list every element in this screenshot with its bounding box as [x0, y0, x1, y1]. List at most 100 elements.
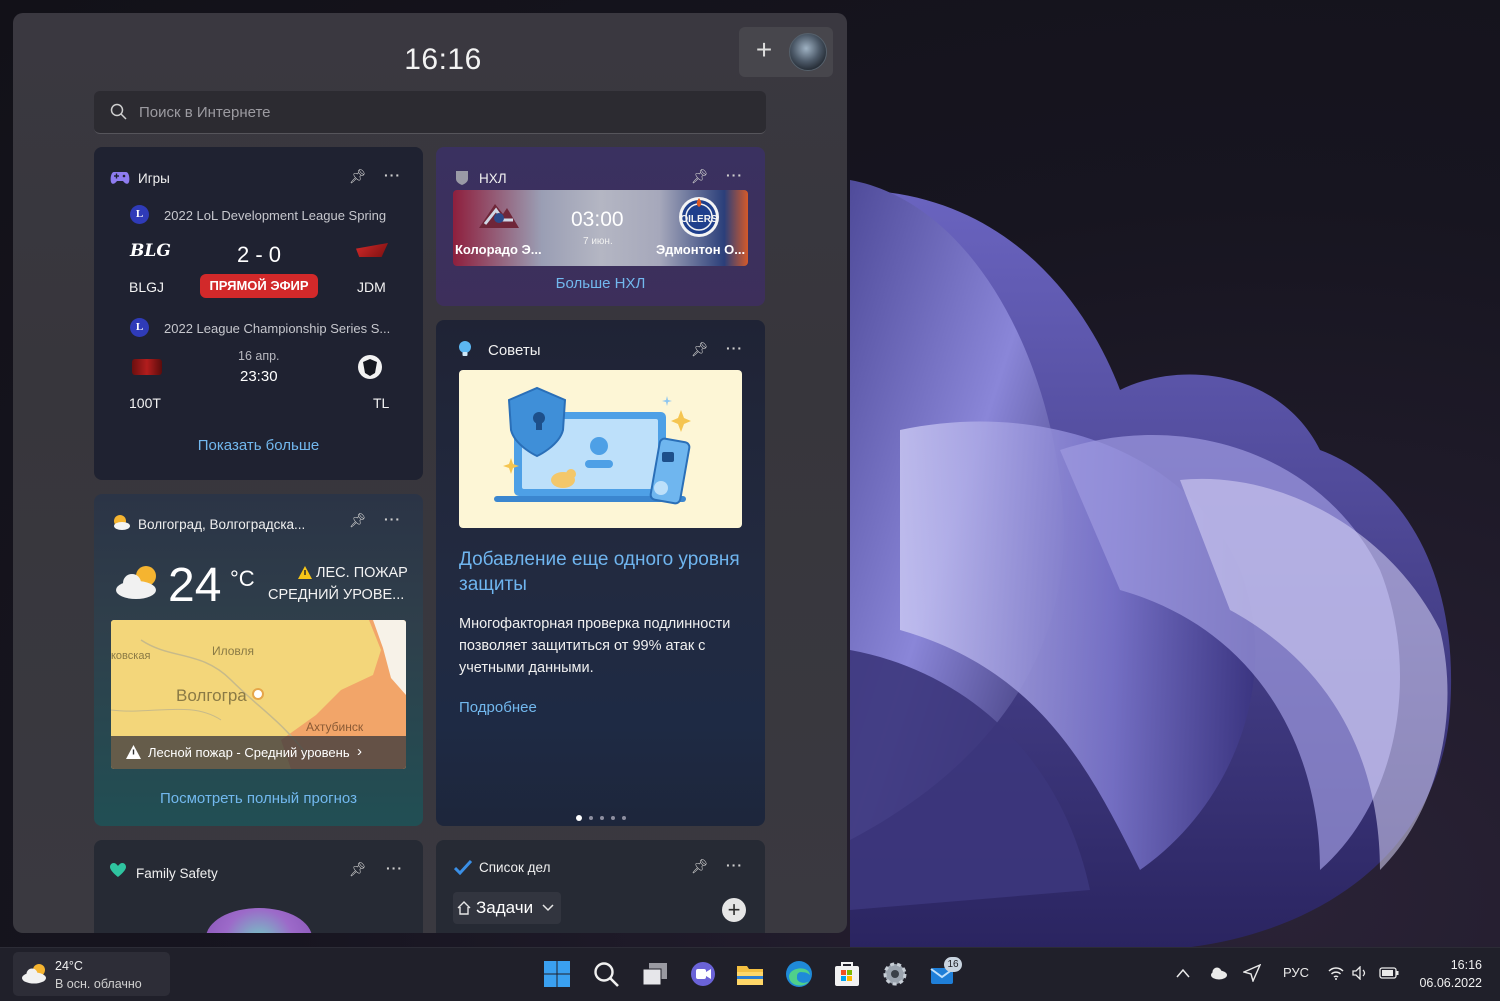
carousel-dot[interactable]	[589, 816, 593, 820]
taskbar-time: 16:16	[1450, 958, 1482, 972]
search-icon[interactable]	[591, 959, 621, 989]
nhl-scoreboard[interactable]: Колорадо Э... 03:00 7 июн. OILERS Эдмонт…	[453, 190, 748, 266]
partly-cloudy-icon	[22, 964, 46, 984]
warning-icon	[126, 745, 141, 759]
weather-unit: °C	[230, 566, 255, 591]
nhl-date: 7 июн.	[583, 236, 613, 247]
onedrive-cloud-icon[interactable]	[1208, 966, 1228, 980]
volume-icon[interactable]	[1352, 966, 1368, 980]
carousel-dot[interactable]	[600, 816, 604, 820]
search-input[interactable]: Поиск в Интернете	[94, 91, 766, 134]
partly-sunny-icon	[114, 515, 130, 530]
learn-more-link[interactable]: Подробнее	[459, 699, 537, 716]
lightbulb-icon	[459, 341, 471, 356]
location-arrow-icon[interactable]	[1243, 964, 1261, 982]
more-options-button[interactable]: ···	[384, 511, 401, 527]
weather-temperature: 24	[168, 559, 222, 612]
taskbar-weather-temp: 24°C	[55, 959, 83, 973]
tips-title: Советы	[488, 342, 541, 359]
pin-icon[interactable]: 📌︎	[691, 858, 709, 875]
weather-map[interactable]: Иловля Волгогра ковская Ахтубинск Лесной…	[111, 620, 406, 769]
carousel-dot[interactable]	[622, 816, 626, 820]
blgj-logo-icon: BLG	[130, 241, 171, 261]
match1-team-a: BLGJ	[129, 279, 165, 295]
more-options-button[interactable]: ···	[726, 340, 743, 356]
avatar[interactable]	[789, 33, 827, 71]
nhl-shield-icon	[456, 171, 468, 185]
battery-icon[interactable]	[1379, 967, 1399, 979]
heart-icon	[110, 862, 126, 877]
pin-icon[interactable]: 📌︎	[349, 861, 367, 878]
live-badge: ПРЯМОЙ ЭФИР	[200, 274, 318, 298]
weather-alert-level[interactable]: СРЕДНИЙ УРОВЕ...	[268, 587, 404, 603]
weather-alert-type[interactable]: ЛЕС. ПОЖАР	[316, 565, 408, 581]
task-list-selector[interactable]: Задачи	[453, 892, 561, 924]
league-icon: L	[130, 318, 149, 337]
wallpaper-bloom	[850, 180, 1452, 947]
map-alert-bar[interactable]: Лесной пожар - Средний уровень ›	[111, 736, 406, 769]
task-view-icon[interactable]	[640, 959, 670, 989]
show-more-link[interactable]: Показать больше	[94, 437, 423, 454]
carousel-dot[interactable]	[576, 815, 582, 821]
windows-start-icon[interactable]	[542, 959, 572, 989]
carousel-dots[interactable]	[576, 807, 633, 825]
file-explorer-icon[interactable]	[735, 959, 765, 989]
edge-browser-icon[interactable]	[784, 959, 814, 989]
wifi-icon[interactable]	[1328, 966, 1344, 980]
more-options-button[interactable]: ···	[726, 857, 743, 873]
checkmark-icon	[454, 860, 472, 875]
more-options-button[interactable]: ···	[386, 860, 403, 876]
more-options-button[interactable]: ···	[726, 167, 743, 183]
panel-top-buttons: +	[739, 27, 833, 77]
nhl-team-a: Колорадо Э...	[455, 242, 542, 257]
pin-icon[interactable]: 📌︎	[691, 341, 709, 358]
pin-icon[interactable]: 📌︎	[349, 168, 367, 185]
oilers-logo-icon: OILERS	[679, 197, 719, 237]
partly-cloudy-icon	[116, 566, 156, 599]
more-nhl-link[interactable]: Больше НХЛ	[436, 275, 765, 292]
add-task-button[interactable]: +	[722, 898, 746, 922]
match2-time: 23:30	[240, 368, 278, 385]
todo-title: Список дел	[479, 860, 551, 875]
gamepad-icon	[110, 172, 130, 184]
task-list-name: Задачи	[476, 898, 534, 917]
tip-headline[interactable]: Добавление еще одного уровня защиты	[459, 547, 749, 597]
carousel-dot[interactable]	[611, 816, 615, 820]
taskbar-clock[interactable]: 16:16 06.06.2022	[1412, 956, 1482, 992]
tl-logo-icon	[358, 355, 382, 379]
security-illustration	[459, 370, 742, 528]
add-widget-button[interactable]: +	[749, 35, 779, 65]
full-forecast-link[interactable]: Посмотреть полный прогноз	[94, 790, 423, 807]
taskbar-date: 06.06.2022	[1419, 976, 1482, 990]
taskbar-weather-desc: В осн. облачно	[55, 977, 142, 991]
microsoft-store-icon[interactable]	[832, 959, 862, 989]
teams-chat-icon[interactable]	[688, 959, 718, 989]
warning-icon	[298, 566, 312, 579]
more-options-button[interactable]: ···	[384, 167, 401, 183]
todo-widget: Список дел 📌︎ ··· Задачи +	[436, 840, 765, 933]
svg-text:OILERS: OILERS	[680, 214, 718, 225]
league-icon: L	[130, 205, 149, 224]
taskbar-weather-button[interactable]: 24°C В осн. облачно	[13, 952, 170, 996]
taskbar: 24°C В осн. облачно 16 РУС 16:16 06.06.2…	[0, 947, 1500, 1001]
nhl-time: 03:00	[571, 208, 624, 231]
tips-widget: Советы 📌︎ ··· Добавление еще одного уров…	[436, 320, 765, 826]
nhl-title: НХЛ	[479, 171, 507, 186]
search-icon	[110, 103, 127, 120]
home-icon	[457, 901, 471, 915]
map-label: Волгогра	[176, 686, 247, 705]
family-safety-widget: Family Safety 📌︎ ···	[94, 840, 423, 933]
pin-icon[interactable]: 📌︎	[349, 512, 367, 529]
jdm-logo-icon	[356, 243, 388, 257]
settings-gear-icon[interactable]	[880, 959, 910, 989]
panel-clock: 16:16	[404, 43, 482, 76]
weather-widget: Волгоград, Волгоградска... 📌︎ ··· 24 °C …	[94, 494, 423, 826]
games-title: Игры	[138, 171, 170, 186]
pin-icon[interactable]: 📌︎	[691, 168, 709, 185]
input-language[interactable]: РУС	[1283, 965, 1309, 980]
100t-logo-icon	[132, 359, 162, 375]
chevron-up-icon[interactable]	[1175, 967, 1191, 979]
map-label: Ахтубинск	[306, 720, 364, 734]
games-widget: Игры 📌︎ ··· L 2022 LoL Development Leagu…	[94, 147, 423, 480]
family-safety-title: Family Safety	[136, 866, 218, 881]
